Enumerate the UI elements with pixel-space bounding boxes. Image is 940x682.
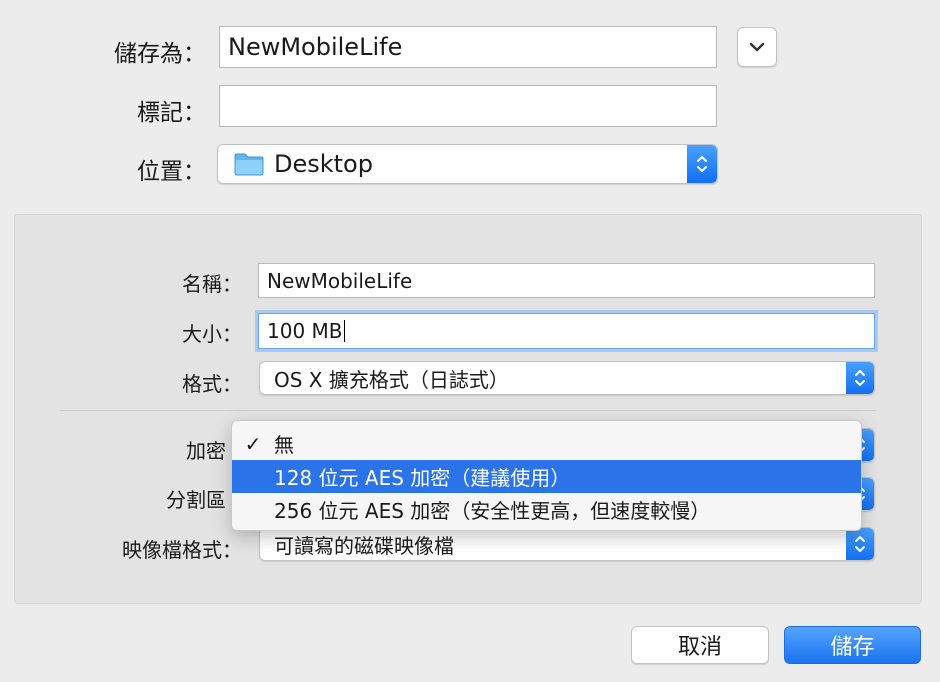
save-as-input[interactable]: NewMobileLife <box>219 26 717 68</box>
name-input[interactable]: NewMobileLife <box>258 263 875 298</box>
where-label: 位置： <box>137 159 206 185</box>
text-caret <box>343 320 345 342</box>
name-label: 名稱： <box>182 272 242 296</box>
menu-item-label: 無 <box>274 433 294 457</box>
tags-input[interactable] <box>219 85 717 127</box>
image-format-stepper[interactable] <box>846 528 874 560</box>
size-value: 100 MB <box>267 319 343 343</box>
encryption-label: 加密 <box>186 439 226 463</box>
up-down-arrows-icon <box>855 370 865 386</box>
menu-item-aes-256[interactable]: 256 位元 AES 加密（安全性更高，但速度較慢） <box>232 493 861 526</box>
format-label: 格式： <box>182 372 242 396</box>
panel-separator <box>60 410 876 411</box>
save-as-label: 儲存為： <box>114 41 206 67</box>
image-format-popup[interactable]: 可讀寫的磁碟映像檔 <box>259 527 875 561</box>
tags-label: 標記： <box>137 100 206 126</box>
format-value: OS X 擴充格式（日誌式） <box>274 367 509 392</box>
partitions-label: 分割區 <box>166 488 226 512</box>
format-stepper[interactable] <box>846 362 874 394</box>
menu-item-none[interactable]: ✓ 無 <box>232 427 861 460</box>
cancel-button[interactable]: 取消 <box>631 626 769 664</box>
up-down-arrows-icon <box>697 156 707 172</box>
save-as-value: NewMobileLife <box>228 33 403 61</box>
size-label: 大小： <box>182 322 242 346</box>
image-format-label: 映像檔格式： <box>122 538 242 562</box>
menu-item-label: 128 位元 AES 加密（建議使用） <box>274 466 571 490</box>
menu-item-label: 256 位元 AES 加密（安全性更高，但速度較慢） <box>274 499 711 523</box>
format-popup[interactable]: OS X 擴充格式（日誌式） <box>259 361 875 395</box>
save-button[interactable]: 儲存 <box>784 626 921 664</box>
up-down-arrows-icon <box>855 536 865 552</box>
encryption-menu: ✓ 無 128 位元 AES 加密（建議使用） 256 位元 AES 加密（安全… <box>231 420 862 531</box>
expand-toggle-button[interactable] <box>737 27 777 67</box>
size-input[interactable]: 100 MB <box>258 313 875 349</box>
image-format-value: 可讀寫的磁碟映像檔 <box>274 533 454 558</box>
menu-item-aes-128[interactable]: 128 位元 AES 加密（建議使用） <box>232 460 861 493</box>
folder-icon <box>234 153 264 176</box>
name-value: NewMobileLife <box>267 268 413 293</box>
where-value: Desktop <box>274 150 373 178</box>
where-popup[interactable]: Desktop <box>217 144 718 184</box>
where-stepper[interactable] <box>687 145 717 183</box>
chevron-down-icon <box>749 42 765 52</box>
checkmark-icon: ✓ <box>244 431 262 456</box>
